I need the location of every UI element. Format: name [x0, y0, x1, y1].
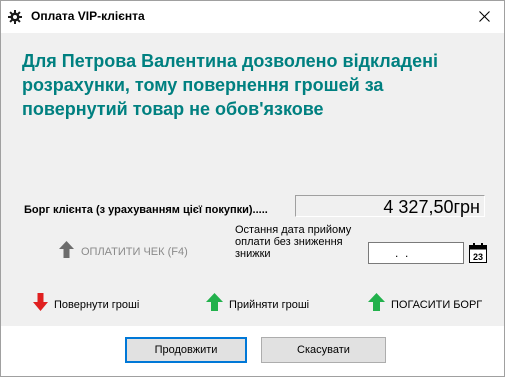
arrow-up-icon — [59, 241, 74, 263]
message-line: Для Петрова Валентина дозволено відкладе… — [22, 51, 439, 71]
pay-check-label: ОПЛАТИТИ ЧЕК (F4) — [81, 246, 188, 258]
return-money-button[interactable]: Повернути гроші — [33, 293, 139, 316]
button-bar: Продовжити Скасувати — [1, 326, 504, 376]
close-icon — [478, 9, 490, 27]
accept-money-label: Прийняти гроші — [229, 298, 310, 311]
calendar-day: 23 — [473, 252, 483, 262]
gear-icon — [8, 10, 22, 24]
message-line: повернутий товар не обов'язкове — [22, 99, 324, 119]
window-title: Оплата VIP-клієнта — [31, 9, 145, 23]
vip-payment-dialog: Оплата VIP-клієнта Для Петрова Валентина… — [0, 0, 505, 377]
arrow-up-icon — [206, 293, 223, 316]
debt-value: 4 327,50грн — [295, 195, 485, 217]
vip-message: Для Петрова Валентина дозволено відкладе… — [22, 49, 492, 121]
dialog-content: Для Петрова Валентина дозволено відкладе… — [1, 33, 504, 326]
close-button[interactable] — [467, 4, 501, 31]
label-line: оплати без зниження — [235, 236, 343, 248]
debt-label: Борг клієнта (з урахуванням цієї покупки… — [24, 204, 268, 216]
pay-debt-label: ПОГАСИТИ БОРГ — [391, 298, 483, 311]
accept-money-button[interactable]: Прийняти гроші — [206, 293, 309, 316]
continue-button[interactable]: Продовжити — [125, 337, 247, 363]
title-bar: Оплата VIP-клієнта — [1, 1, 504, 33]
calendar-icon: 23 — [469, 243, 487, 263]
label-line: Остання дата прийому — [235, 224, 352, 236]
last-payment-date-input[interactable] — [368, 242, 464, 264]
return-money-label: Повернути гроші — [54, 298, 140, 311]
message-line: розрахунки, тому повернення грошей за — [22, 75, 384, 95]
pay-debt-button[interactable]: ПОГАСИТИ БОРГ — [368, 293, 482, 316]
arrow-up-icon — [368, 293, 385, 316]
last-payment-date-label: Остання дата прийому оплати без зниження… — [235, 224, 365, 260]
cancel-button[interactable]: Скасувати — [261, 337, 386, 363]
calendar-button[interactable]: 23 — [469, 243, 487, 263]
label-line: знижки — [235, 248, 271, 260]
pay-check-button[interactable]: ОПЛАТИТИ ЧЕК (F4) — [59, 241, 188, 263]
arrow-down-icon — [33, 293, 48, 316]
